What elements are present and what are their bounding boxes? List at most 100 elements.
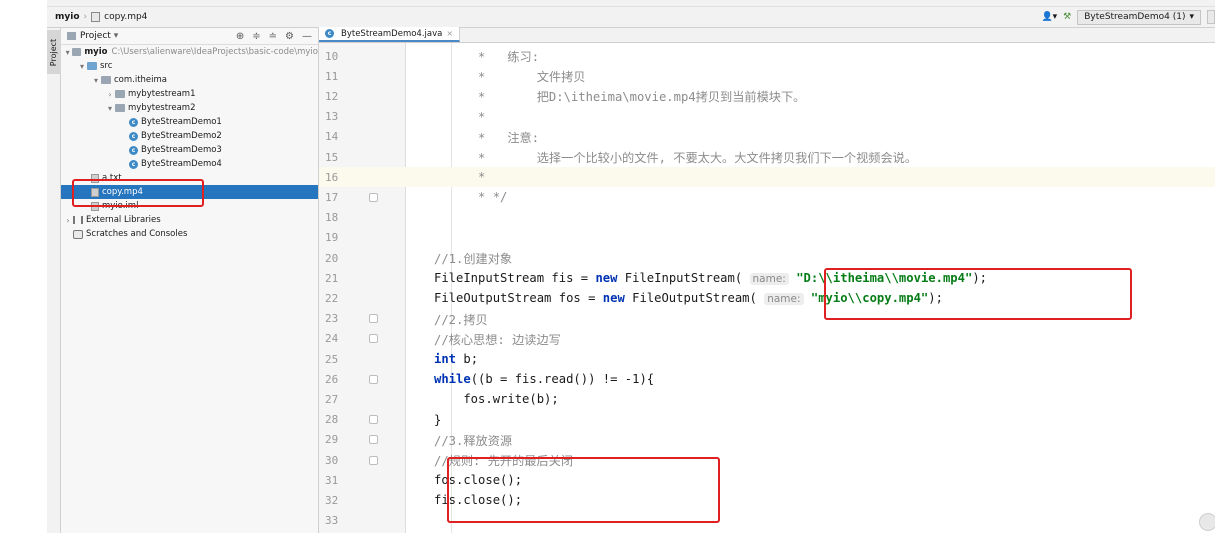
- class-icon: c: [325, 29, 334, 38]
- fold-gutter: [369, 192, 405, 202]
- run-config-label: ByteStreamDemo4 (1): [1084, 12, 1186, 22]
- code-line[interactable]: 17 * */: [319, 187, 1215, 207]
- tree-item-copy-mp4[interactable]: copy.mp4: [61, 185, 318, 199]
- code-text: *: [434, 109, 486, 124]
- tree-item-label: External Libraries: [86, 215, 161, 225]
- tree-item-class[interactable]: c ByteStreamDemo1: [61, 115, 318, 129]
- menu-bar-cropped: [47, 0, 1215, 7]
- line-number: 27: [325, 392, 339, 406]
- code-editor: c ByteStreamDemo4.java × 10 * 练习: 11 * 文…: [319, 27, 1215, 533]
- project-view-dropdown[interactable]: Project: [80, 31, 111, 41]
- tree-item-src[interactable]: ▾ src: [61, 59, 318, 73]
- code-line[interactable]: 13 *: [319, 107, 1215, 127]
- chevron-down-icon[interactable]: ▾: [114, 31, 119, 41]
- code-line[interactable]: 19: [319, 228, 1215, 248]
- code-text: FileInputStream fis = new FileInputStrea…: [434, 271, 987, 286]
- code-line[interactable]: 12 * 把D:\itheima\movie.mp4拷贝到当前模块下。: [319, 86, 1215, 106]
- run-button-cropped[interactable]: [1207, 10, 1215, 24]
- line-number: 32: [325, 493, 339, 507]
- fold-marker-icon[interactable]: [369, 374, 378, 384]
- run-configuration-dropdown[interactable]: ByteStreamDemo4 (1) ▾: [1077, 9, 1201, 25]
- project-tool-tab[interactable]: Project: [47, 30, 61, 74]
- code-line[interactable]: 22 FileOutputStream fos = new FileOutput…: [319, 288, 1215, 308]
- tree-item-mybytestream2[interactable]: ▾ mybytestream2: [61, 101, 318, 115]
- line-number: 11: [325, 69, 339, 83]
- code-line[interactable]: 18: [319, 208, 1215, 228]
- breadcrumb-file[interactable]: copy.mp4: [104, 12, 147, 22]
- tree-item-file[interactable]: myio.iml: [61, 199, 318, 213]
- tree-item-label: myio: [84, 47, 108, 57]
- gear-icon[interactable]: ⚙: [285, 31, 294, 42]
- fold-marker-icon[interactable]: [369, 192, 378, 202]
- code-line[interactable]: 14 * 注意:: [319, 127, 1215, 147]
- code-line[interactable]: 32 fis.close();: [319, 490, 1215, 510]
- code-line-current[interactable]: 16 *: [319, 167, 1215, 188]
- code-line[interactable]: 31 fos.close();: [319, 470, 1215, 490]
- user-icon[interactable]: 👤▾: [1041, 12, 1057, 22]
- code-line[interactable]: 10 * 练习:: [319, 46, 1215, 66]
- line-number: 31: [325, 473, 339, 487]
- code-line[interactable]: 27 fos.write(b);: [319, 389, 1215, 409]
- code-line[interactable]: 26 while((b = fis.read()) != -1){: [319, 369, 1215, 389]
- fold-marker-icon[interactable]: [369, 314, 378, 324]
- code-text: }: [434, 412, 442, 427]
- line-number: 25: [325, 352, 339, 366]
- breadcrumb-project[interactable]: myio: [55, 12, 80, 22]
- fold-gutter: [369, 455, 405, 465]
- line-number: 28: [325, 413, 339, 427]
- fold-marker-icon[interactable]: [369, 435, 378, 445]
- chevron-down-icon[interactable]: ▾: [105, 104, 115, 113]
- line-number: 24: [325, 332, 339, 346]
- tree-item-class[interactable]: c ByteStreamDemo3: [61, 143, 318, 157]
- code-line[interactable]: 20 //1.创建对象: [319, 248, 1215, 268]
- code-line[interactable]: 21 FileInputStream fis = new FileInputSt…: [319, 268, 1215, 288]
- tree-item-label: com.itheima: [114, 75, 168, 85]
- code-line[interactable]: 23 //2.拷贝: [319, 309, 1215, 329]
- tree-item-file[interactable]: a.txt: [61, 171, 318, 185]
- project-panel-header: Project ▾ ⊕ ≑ ≐ ⚙ —: [61, 28, 318, 45]
- floating-assist-icon[interactable]: [1199, 513, 1215, 531]
- fold-gutter: [369, 435, 405, 445]
- code-line[interactable]: 15 * 选择一个比较小的文件, 不要太大。大文件拷贝我们下一个视频会说。: [319, 147, 1215, 167]
- code-line[interactable]: 24 //核心思想: 边读边写: [319, 329, 1215, 349]
- code-area[interactable]: 10 * 练习: 11 * 文件拷贝 12 * 把D:\itheima\movi…: [319, 43, 1215, 533]
- class-icon: c: [129, 145, 138, 155]
- tree-item-scratches[interactable]: Scratches and Consoles: [61, 227, 318, 241]
- chevron-down-icon[interactable]: ▾: [91, 76, 101, 85]
- tree-item-mybytestream1[interactable]: › mybytestream1: [61, 87, 318, 101]
- locate-icon[interactable]: ⊕: [236, 31, 244, 42]
- code-line[interactable]: 30 //规则: 先开的最后关闭: [319, 450, 1215, 470]
- chevron-right-icon[interactable]: ›: [105, 90, 115, 99]
- code-line[interactable]: 33: [319, 511, 1215, 531]
- code-text: //2.拷贝: [434, 312, 488, 327]
- collapse-all-icon[interactable]: ≐: [269, 31, 277, 42]
- package-icon: [115, 90, 125, 98]
- tree-item-label: Scratches and Consoles: [86, 229, 188, 239]
- code-line[interactable]: 11 * 文件拷贝: [319, 66, 1215, 86]
- code-text: fos.close();: [434, 473, 523, 488]
- tab-bytestreamdemo4[interactable]: c ByteStreamDemo4.java ×: [319, 27, 461, 42]
- expand-all-icon[interactable]: ≑: [252, 31, 260, 42]
- code-line[interactable]: 28 }: [319, 410, 1215, 430]
- close-icon[interactable]: ×: [446, 29, 453, 38]
- code-text: * 练习:: [434, 50, 540, 65]
- code-text: //规则: 先开的最后关闭: [434, 454, 574, 469]
- chevron-down-icon[interactable]: ▾: [77, 62, 87, 71]
- fold-marker-icon[interactable]: [369, 455, 378, 465]
- source-folder-icon: [87, 62, 97, 70]
- tree-item-package[interactable]: ▾ com.itheima: [61, 73, 318, 87]
- build-hammer-icon[interactable]: ⚒: [1063, 12, 1071, 22]
- hide-icon[interactable]: —: [302, 31, 312, 42]
- fold-gutter: [369, 374, 405, 384]
- tree-item-class[interactable]: c ByteStreamDemo2: [61, 129, 318, 143]
- fold-marker-icon[interactable]: [369, 334, 378, 344]
- fold-marker-icon[interactable]: [369, 415, 378, 425]
- line-number: 12: [325, 89, 339, 103]
- tree-item-myio[interactable]: ▾ myio C:\Users\alienware\IdeaProjects\b…: [61, 45, 318, 59]
- tree-item-class[interactable]: c ByteStreamDemo4: [61, 157, 318, 171]
- chevron-down-icon[interactable]: ▾: [63, 48, 72, 57]
- code-line[interactable]: 29 //3.释放资源: [319, 430, 1215, 450]
- chevron-right-icon[interactable]: ›: [63, 216, 73, 225]
- code-line[interactable]: 25 int b;: [319, 349, 1215, 369]
- tree-item-external-libraries[interactable]: › External Libraries: [61, 213, 318, 227]
